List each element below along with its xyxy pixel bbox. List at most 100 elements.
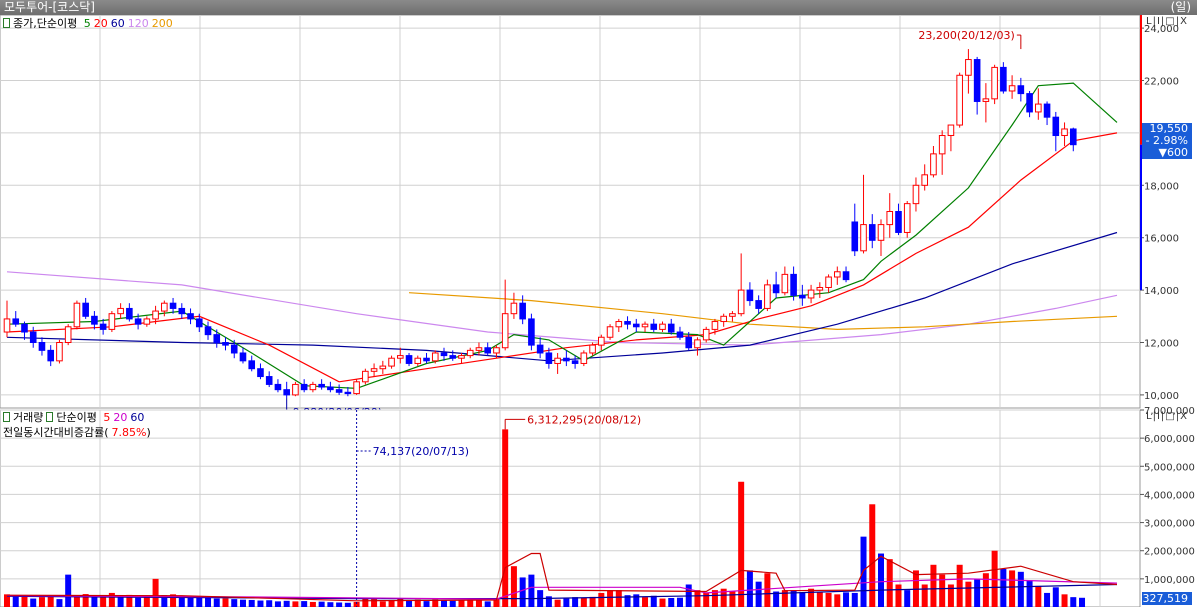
y-tick-label: 18,000 xyxy=(1144,181,1179,192)
volume-bar xyxy=(458,599,465,607)
candle-body xyxy=(230,344,238,354)
candle-body xyxy=(1008,85,1016,92)
candle-body xyxy=(825,276,832,288)
candle-body xyxy=(842,271,850,281)
candle-body xyxy=(73,302,81,328)
candle-body xyxy=(528,318,535,346)
volume-bar xyxy=(729,591,736,607)
volume-bar xyxy=(956,564,963,607)
candle-body xyxy=(702,328,710,341)
volume-bar xyxy=(598,592,605,607)
candle-body xyxy=(536,344,544,354)
legend-ma200: 200 xyxy=(151,17,173,30)
candle-body xyxy=(764,284,771,309)
candle-body xyxy=(624,321,631,325)
candle-body xyxy=(650,323,658,330)
candle-body xyxy=(991,66,998,100)
volume-bar xyxy=(650,595,657,607)
volume-bar xyxy=(1000,569,1007,607)
candle-body xyxy=(667,323,675,333)
y-tick-label: 16,000 xyxy=(1144,234,1179,245)
volume-bar xyxy=(1017,571,1024,607)
volume-bar xyxy=(1035,585,1042,607)
legend-vol-ma20: 20 xyxy=(113,411,128,424)
candle-body xyxy=(187,313,194,320)
legend-toggle-icon[interactable] xyxy=(46,412,54,422)
volume-bar xyxy=(904,590,911,607)
candle-body xyxy=(746,289,754,302)
volume-bar xyxy=(843,592,850,607)
candle-body xyxy=(580,352,588,364)
volume-bar xyxy=(12,596,19,607)
candle-body xyxy=(571,360,579,364)
legend-toggle-icon[interactable] xyxy=(3,412,10,422)
volume-bar xyxy=(484,601,491,607)
candle-body xyxy=(895,211,902,233)
volume-panel-window-buttons[interactable]: L|I|□|X xyxy=(1146,411,1188,422)
candle-body xyxy=(1035,103,1042,113)
candle-body xyxy=(755,300,762,309)
candle-body xyxy=(169,302,177,309)
candle-body xyxy=(947,124,955,137)
candle-body xyxy=(239,352,247,362)
candle-body xyxy=(886,211,894,226)
volume-bar xyxy=(397,597,404,607)
low-annotation: 74,137(20/07/13) xyxy=(373,445,469,458)
candle-body xyxy=(589,344,596,354)
candle-body xyxy=(1026,93,1033,113)
candle-body xyxy=(615,321,623,328)
legend-ma60: 60 xyxy=(110,17,125,30)
volume-bar xyxy=(449,600,456,607)
volume-bar xyxy=(283,600,290,607)
period-unit: (일) xyxy=(1170,0,1191,14)
candle-body xyxy=(851,221,859,252)
candle-body xyxy=(676,331,684,338)
volume-bar xyxy=(301,601,308,607)
candle-body xyxy=(982,98,990,102)
candle-body xyxy=(414,357,422,364)
candle-body xyxy=(143,318,151,325)
candle-body xyxy=(388,357,395,367)
volume-bar xyxy=(222,598,229,607)
candle-body xyxy=(283,389,290,396)
y-tick-label: 5,000,000 xyxy=(1144,462,1195,473)
candle-body xyxy=(834,271,841,278)
volume-bar xyxy=(143,596,150,607)
volume-bar xyxy=(423,601,430,607)
price-panel-window-buttons[interactable]: L|I|□|X xyxy=(1146,16,1188,27)
candle-body xyxy=(781,273,789,294)
volume-bar xyxy=(921,584,928,607)
candle-body xyxy=(493,347,500,354)
candle-body xyxy=(309,383,317,391)
legend-toggle-icon[interactable] xyxy=(3,18,10,28)
price-panel: 10,00012,00014,00016,00018,00020,00022,0… xyxy=(0,15,1179,419)
candle-body xyxy=(64,326,72,343)
candle-body xyxy=(694,339,701,349)
candle-body xyxy=(685,336,693,349)
volume-legend-title2: 단순이평 xyxy=(56,411,97,424)
candle-body xyxy=(3,318,11,333)
candle-body xyxy=(99,323,107,330)
legend-ma20: 20 xyxy=(93,17,108,30)
legend-vol-ma5: 5 xyxy=(103,411,111,424)
volume-bar xyxy=(213,598,220,607)
candle-body xyxy=(195,318,203,328)
candle-body xyxy=(362,370,369,383)
volume-bar xyxy=(379,601,386,607)
volume-bar xyxy=(344,602,351,607)
volume-bar xyxy=(930,564,937,607)
volume-bar xyxy=(100,597,107,607)
volume-bar xyxy=(152,578,159,607)
volume-bar xyxy=(309,601,316,607)
candle-body xyxy=(641,323,649,328)
volume-subtitle-close: ) xyxy=(146,426,151,439)
candle-body xyxy=(484,347,491,354)
candle-body xyxy=(912,184,920,205)
candle-body xyxy=(606,326,614,338)
volume-bar xyxy=(135,597,142,607)
candle-body xyxy=(449,355,457,359)
volume-bar xyxy=(580,597,587,607)
volume-bar xyxy=(257,600,264,607)
candle-body xyxy=(405,355,413,364)
volume-subtitle: 전일동시간대비증감률(7.85%) xyxy=(3,426,154,439)
